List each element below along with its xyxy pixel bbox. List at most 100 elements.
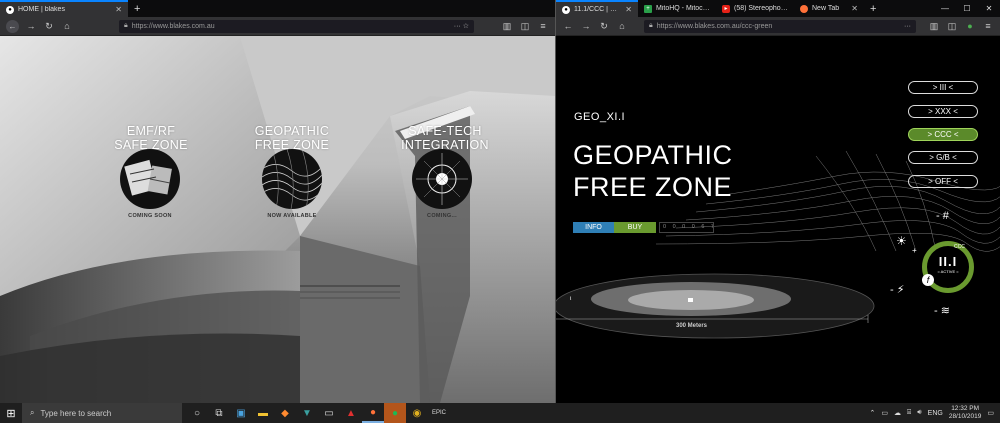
zone-emf-image[interactable] bbox=[120, 149, 180, 209]
task-view-icon[interactable]: ⧉ bbox=[208, 403, 230, 423]
zone-geopathic-status: NOW AVAILABLE bbox=[267, 213, 317, 219]
visit-counter: 0 0 0 0 6 7 3 bbox=[659, 222, 714, 233]
page-actions-icon[interactable]: ··· ☆ bbox=[454, 22, 469, 30]
zone-emf-title[interactable]: EMF/RF SAFE ZONE bbox=[112, 124, 190, 152]
page-title: GEOPATHIC FREE ZONE bbox=[573, 140, 733, 202]
lock-icon: 🔒︎ bbox=[124, 22, 128, 29]
search-placeholder: Type here to search bbox=[40, 408, 112, 418]
url-bar[interactable]: 🔒︎ https://www.blakes.com.au/ccc-green ·… bbox=[644, 19, 916, 33]
back-button[interactable]: ← bbox=[6, 19, 19, 33]
firefox-icon[interactable]: ● bbox=[362, 403, 384, 423]
left-tab-bar: ● HOME | blakes ✕ + bbox=[0, 0, 555, 17]
menu-iii-button[interactable]: > III < bbox=[908, 81, 978, 94]
url-bar[interactable]: 🔒︎ https://www.blakes.com.au ··· ☆ bbox=[119, 19, 474, 33]
left-browser-window: ● HOME | blakes ✕ + ← → ↻ ⌂ 🔒︎ https://w… bbox=[0, 0, 555, 403]
badge-value: II.I bbox=[938, 254, 958, 269]
blakes-home-page: EMF/RF SAFE ZONE COMING SOON GEOPATHIC F… bbox=[0, 36, 555, 403]
sidebar-icon[interactable]: ◫ bbox=[946, 21, 958, 32]
menu-off-button[interactable]: > OFF < bbox=[908, 175, 978, 188]
lightning-icon[interactable]: - ⚡︎ bbox=[890, 283, 904, 296]
paint-icon[interactable]: ◆ bbox=[274, 403, 296, 423]
system-tray: ⌃ ▭ ☁︎ ⌸ 🔊︎ ENG 12:32 PM 28/10/2019 ▭ bbox=[870, 405, 1000, 421]
zone-geopathic-image[interactable] bbox=[262, 149, 322, 209]
photos-icon[interactable]: ▣ bbox=[230, 403, 252, 423]
zone-safetech-title[interactable]: SAFE-TECH INTEGRATION bbox=[400, 124, 490, 152]
geopathic-page: ι GEO_XI.I GEOPATHIC FREE ZONE INFO BUY … bbox=[556, 36, 1000, 403]
network-icon[interactable]: ⌸ bbox=[907, 409, 911, 417]
forward-button[interactable]: → bbox=[25, 21, 37, 31]
tab-close-icon[interactable]: ✕ bbox=[625, 5, 632, 14]
search-icon: ⌕ bbox=[30, 408, 35, 417]
firefox-favicon bbox=[800, 4, 808, 13]
buy-button[interactable]: BUY bbox=[614, 222, 656, 233]
info-button[interactable]: INFO bbox=[573, 222, 614, 233]
tab-close-icon[interactable]: ✕ bbox=[851, 4, 858, 13]
bug-icon[interactable]: ☀︎ bbox=[896, 234, 907, 248]
clock[interactable]: 12:32 PM 28/10/2019 bbox=[949, 405, 982, 421]
zone-safetech-status: COMING... bbox=[427, 213, 457, 219]
tab-mitohq[interactable]: + MitoHQ - Mitoch... bbox=[638, 0, 716, 17]
tray-overflow-icon[interactable]: ⌃ bbox=[870, 409, 876, 417]
menu-gb-button[interactable]: > G/B < bbox=[908, 151, 978, 164]
url-text: https://www.blakes.com.au bbox=[131, 22, 215, 30]
lock-icon: 🔒︎ bbox=[649, 22, 653, 29]
minimize-icon[interactable]: — bbox=[934, 0, 956, 17]
plus-icon[interactable]: + bbox=[912, 246, 917, 255]
hash-symbol-icon[interactable]: - # bbox=[936, 210, 949, 222]
zone-geopathic-title[interactable]: GEOPATHIC FREE ZONE bbox=[252, 124, 332, 152]
tab-new-tab[interactable]: New Tab ✕ bbox=[794, 0, 864, 17]
tab-ccc-blakes[interactable]: ● 11.1/CCC | blakes ✕ bbox=[556, 0, 638, 17]
youtube-favicon: ▸ bbox=[722, 4, 730, 13]
forward-button[interactable]: → bbox=[580, 21, 592, 31]
home-button[interactable]: ⌂ bbox=[61, 21, 73, 31]
right-tab-bar: ● 11.1/CCC | blakes ✕ + MitoHQ - Mitoch.… bbox=[556, 0, 1000, 17]
tab-home-blakes[interactable]: ● HOME | blakes ✕ bbox=[0, 0, 128, 17]
menu-ccc-button[interactable]: > CCC < bbox=[908, 128, 978, 141]
tray-app-icon[interactable]: ▭ bbox=[881, 409, 888, 417]
chrome-icon[interactable]: ◉ bbox=[406, 403, 428, 423]
taskbar-search[interactable]: ⌕ Type here to search bbox=[22, 403, 182, 423]
zone-safetech-image[interactable] bbox=[412, 149, 472, 209]
taskbar: ⊞ ⌕ Type here to search ○ ⧉ ▣ ▬ ◆ ▼ ▭ ▲ … bbox=[0, 403, 1000, 423]
badge-status: = ACTIVE = bbox=[937, 269, 959, 274]
close-icon[interactable]: ✕ bbox=[978, 0, 1000, 17]
new-tab-button[interactable]: + bbox=[128, 0, 146, 17]
home-button[interactable]: ⌂ bbox=[616, 21, 628, 31]
app-icon[interactable]: ▼ bbox=[296, 403, 318, 423]
spotify-icon[interactable]: ● bbox=[384, 403, 406, 423]
maximize-icon[interactable]: ☐ bbox=[956, 0, 978, 17]
menu-icon[interactable]: ≡ bbox=[537, 21, 549, 31]
library-icon[interactable]: ▥ bbox=[928, 21, 940, 32]
mitohq-favicon: + bbox=[644, 4, 652, 13]
facebook-icon[interactable]: f bbox=[922, 274, 934, 286]
architecture-background bbox=[0, 36, 555, 403]
tab-close-icon[interactable]: ✕ bbox=[115, 5, 122, 14]
back-button[interactable]: ← bbox=[562, 21, 574, 31]
onedrive-icon[interactable]: ☁︎ bbox=[894, 409, 901, 417]
windows-start-icon[interactable]: ⊞ bbox=[0, 407, 22, 420]
store-icon[interactable]: ▭ bbox=[318, 403, 340, 423]
affinity-icon[interactable]: ▲ bbox=[340, 403, 362, 423]
epic-games-icon[interactable]: EPIC bbox=[428, 403, 450, 423]
sidebar-icon[interactable]: ◫ bbox=[519, 21, 531, 32]
reload-button[interactable]: ↻ bbox=[43, 21, 55, 32]
library-icon[interactable]: ▥ bbox=[501, 21, 513, 32]
extension-icon[interactable]: ● bbox=[964, 21, 976, 31]
scale-label: 300 Meters bbox=[676, 323, 708, 329]
right-browser-window: ● 11.1/CCC | blakes ✕ + MitoHQ - Mitoch.… bbox=[555, 0, 1000, 403]
file-explorer-icon[interactable]: ▬ bbox=[252, 403, 274, 423]
volume-icon[interactable]: 🔊︎ bbox=[917, 409, 921, 417]
reload-button[interactable]: ↻ bbox=[598, 21, 610, 32]
cortana-icon[interactable]: ○ bbox=[186, 403, 208, 423]
language-indicator[interactable]: ENG bbox=[928, 410, 943, 417]
new-tab-button[interactable]: + bbox=[864, 0, 882, 17]
wave-icon[interactable]: - ≋ bbox=[934, 304, 950, 317]
menu-xxx-button[interactable]: > XXX < bbox=[908, 105, 978, 118]
left-nav-bar: ← → ↻ ⌂ 🔒︎ https://www.blakes.com.au ···… bbox=[0, 17, 555, 36]
tab-youtube[interactable]: ▸ (58) Stereophonic... bbox=[716, 0, 794, 17]
menu-icon[interactable]: ≡ bbox=[982, 21, 994, 31]
taskbar-apps: ○ ⧉ ▣ ▬ ◆ ▼ ▭ ▲ ● ● ◉ EPIC bbox=[186, 403, 450, 423]
page-actions-icon[interactable]: ··· bbox=[904, 23, 911, 30]
tab-title: HOME | blakes bbox=[18, 6, 65, 13]
notifications-icon[interactable]: ▭ bbox=[987, 409, 994, 417]
